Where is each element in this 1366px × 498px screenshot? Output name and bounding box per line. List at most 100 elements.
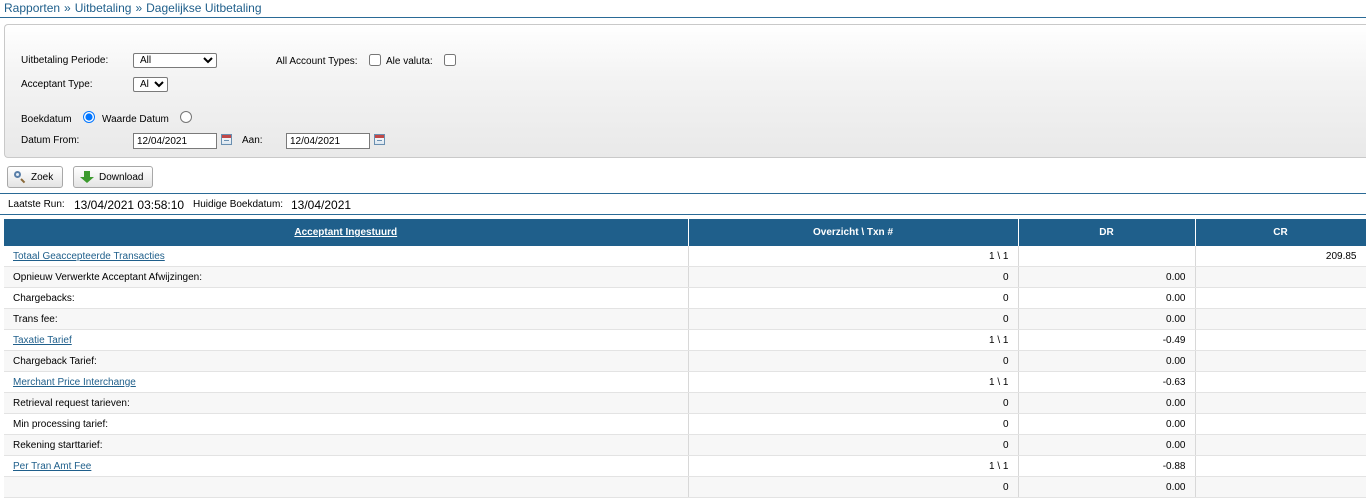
row-txn-cell: 0 xyxy=(688,392,1019,414)
row-cr-cell: 209.85 xyxy=(1195,246,1366,267)
period-select[interactable]: All xyxy=(133,53,217,68)
date-from-label: Datum From: xyxy=(21,135,80,146)
boekdatum-label: Boekdatum xyxy=(21,114,72,125)
row-name-cell: Trans fee: xyxy=(4,308,689,330)
breadcrumb-item-uitbetaling[interactable]: Uitbetaling xyxy=(75,1,132,15)
row-txn-cell: 0 xyxy=(688,350,1019,372)
row-cr-cell xyxy=(1195,455,1366,477)
row-txn-cell: 0 xyxy=(688,413,1019,435)
column-header-acceptant-link[interactable]: Acceptant Ingestuurd xyxy=(294,227,397,238)
row-txn-cell: 0 xyxy=(688,287,1019,309)
row-dr-cell xyxy=(1018,246,1196,267)
row-txn-cell: 0 xyxy=(688,308,1019,330)
row-name-cell: Chargeback Tarief: xyxy=(4,350,689,372)
breadcrumb-item-rapporten[interactable]: Rapporten xyxy=(4,1,60,15)
account-types-label: All Account Types: xyxy=(276,56,358,67)
row-txn-cell: 0 xyxy=(688,476,1019,498)
row-name-cell[interactable]: Taxatie Tarief xyxy=(4,329,689,351)
table-row: 0 0.00 xyxy=(4,476,1366,498)
row-cr-cell xyxy=(1195,350,1366,372)
row-name-link[interactable]: Merchant Price Interchange xyxy=(13,377,136,388)
row-cr-cell xyxy=(1195,476,1366,498)
table-row: Opnieuw Verwerkte Acceptant Afwijzingen:… xyxy=(4,266,1366,288)
table-row: Chargebacks: 0 0.00 xyxy=(4,287,1366,309)
row-txn-cell: 1 \ 1 xyxy=(688,246,1019,267)
toolbar-divider xyxy=(0,193,1366,194)
last-run-label: Laatste Run: xyxy=(8,199,65,210)
row-cr-cell xyxy=(1195,266,1366,288)
search-icon xyxy=(14,171,26,183)
row-cr-cell xyxy=(1195,308,1366,330)
header-divider xyxy=(0,17,1366,18)
row-dr-cell: -0.63 xyxy=(1018,371,1196,393)
filter-panel: Uitbetaling Periode: All All Account Typ… xyxy=(4,24,1366,158)
breadcrumb-item-dagelijkse-uitbetaling: Dagelijkse Uitbetaling xyxy=(146,1,262,15)
all-currencies-label: Ale valuta: xyxy=(386,56,433,67)
all-currencies-checkbox[interactable] xyxy=(444,54,456,66)
current-date-value: 13/04/2021 xyxy=(291,198,352,212)
date-from-input[interactable] xyxy=(133,133,217,149)
row-name-cell: Chargebacks: xyxy=(4,287,689,309)
row-cr-cell xyxy=(1195,371,1366,393)
column-header-txn: Overzicht \ Txn # xyxy=(688,219,1019,246)
row-name-link[interactable]: Taxatie Tarief xyxy=(13,335,72,346)
row-name-cell xyxy=(4,476,689,498)
row-dr-cell: 0.00 xyxy=(1018,434,1196,456)
row-dr-cell: 0.00 xyxy=(1018,266,1196,288)
table-row: Taxatie Tarief 1 \ 1 -0.49 xyxy=(4,329,1366,351)
search-button[interactable]: Zoek xyxy=(7,166,63,188)
row-cr-cell xyxy=(1195,329,1366,351)
breadcrumb: Rapporten» Uitbetaling» Dagelijkse Uitbeta… xyxy=(4,1,262,15)
row-txn-cell: 1 \ 1 xyxy=(688,371,1019,393)
row-cr-cell xyxy=(1195,434,1366,456)
search-button-label: Zoek xyxy=(31,171,54,183)
status-divider xyxy=(0,214,1366,215)
column-header-acceptant[interactable]: Acceptant Ingestuurd xyxy=(4,219,689,246)
table-row: Retrieval request tarieven: 0 0.00 xyxy=(4,392,1366,414)
row-name-cell[interactable]: Totaal Geaccepteerde Transacties xyxy=(4,246,689,267)
table-row: Rekening starttarief: 0 0.00 xyxy=(4,434,1366,456)
row-name-cell: Rekening starttarief: xyxy=(4,434,689,456)
acceptant-type-select[interactable]: All xyxy=(133,77,168,92)
table-row: Chargeback Tarief: 0 0.00 xyxy=(4,350,1366,372)
row-name-cell: Min processing tarief: xyxy=(4,413,689,435)
row-name-link[interactable]: Totaal Geaccepteerde Transacties xyxy=(13,251,165,262)
date-to-label: Aan: xyxy=(242,135,263,146)
row-dr-cell: 0.00 xyxy=(1018,413,1196,435)
row-dr-cell: -0.88 xyxy=(1018,455,1196,477)
payout-table: Acceptant Ingestuurd Overzicht \ Txn # D… xyxy=(4,219,1366,498)
breadcrumb-separator: » xyxy=(64,1,71,15)
table-header-row: Acceptant Ingestuurd Overzicht \ Txn # D… xyxy=(4,219,1366,246)
row-name-cell: Opnieuw Verwerkte Acceptant Afwijzingen: xyxy=(4,266,689,288)
row-txn-cell: 0 xyxy=(688,434,1019,456)
row-txn-cell: 1 \ 1 xyxy=(688,329,1019,351)
column-header-cr: CR xyxy=(1195,219,1366,246)
row-dr-cell: 0.00 xyxy=(1018,350,1196,372)
date-to-input[interactable] xyxy=(286,133,370,149)
row-name-cell[interactable]: Merchant Price Interchange xyxy=(4,371,689,393)
row-dr-cell: 0.00 xyxy=(1018,287,1196,309)
row-name-cell[interactable]: Per Tran Amt Fee xyxy=(4,455,689,477)
row-txn-cell: 0 xyxy=(688,266,1019,288)
table-row: Per Tran Amt Fee 1 \ 1 -0.88 xyxy=(4,455,1366,477)
boekdatum-radio[interactable] xyxy=(83,111,95,123)
row-dr-cell: -0.49 xyxy=(1018,329,1196,351)
table-row: Min processing tarief: 0 0.00 xyxy=(4,413,1366,435)
acceptant-type-label: Acceptant Type: xyxy=(21,79,93,90)
calendar-icon[interactable] xyxy=(221,134,232,145)
download-icon xyxy=(80,170,94,184)
current-date-label: Huidige Boekdatum: xyxy=(193,199,284,210)
calendar-icon[interactable] xyxy=(374,134,385,145)
row-name-link[interactable]: Per Tran Amt Fee xyxy=(13,461,91,472)
column-header-dr: DR xyxy=(1018,219,1196,246)
table-row: Merchant Price Interchange 1 \ 1 -0.63 xyxy=(4,371,1366,393)
table-row: Trans fee: 0 0.00 xyxy=(4,308,1366,330)
row-cr-cell xyxy=(1195,392,1366,414)
waarde-datum-radio[interactable] xyxy=(180,111,192,123)
row-dr-cell: 0.00 xyxy=(1018,476,1196,498)
waarde-datum-label: Waarde Datum xyxy=(102,114,169,125)
row-cr-cell xyxy=(1195,287,1366,309)
download-button-label: Download xyxy=(99,171,144,183)
download-button[interactable]: Download xyxy=(73,166,153,188)
all-account-types-checkbox[interactable] xyxy=(369,54,381,66)
